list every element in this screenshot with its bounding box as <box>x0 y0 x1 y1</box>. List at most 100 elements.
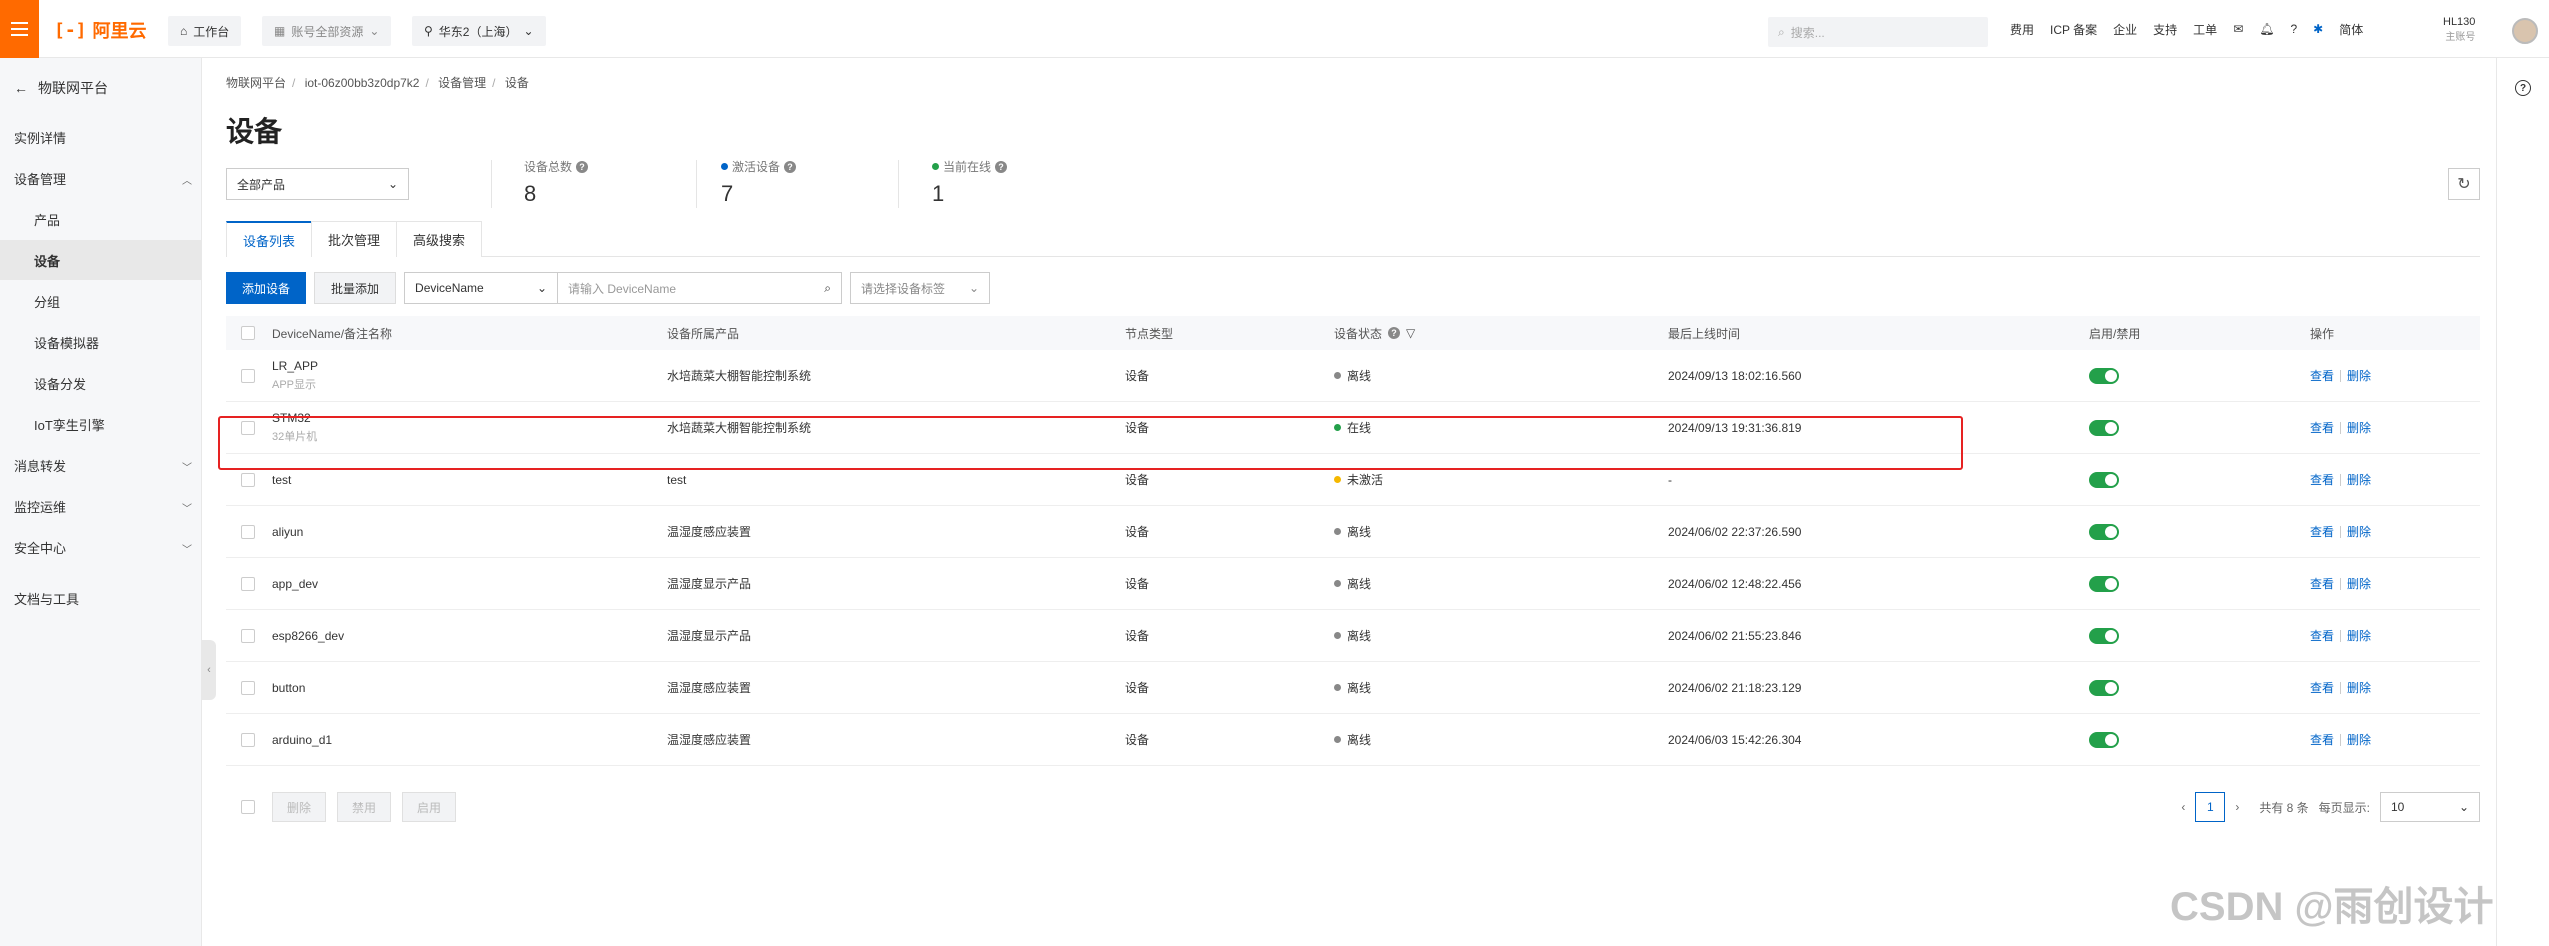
view-link[interactable]: 查看 <box>2310 523 2334 540</box>
sidebar-item-group[interactable]: 分组 <box>0 281 202 321</box>
delete-link[interactable]: 删除 <box>2347 367 2371 384</box>
enable-toggle[interactable] <box>2089 575 2119 592</box>
device-name[interactable]: test <box>272 473 291 487</box>
aliyun-logo[interactable]: [-] 阿里云 <box>54 17 147 43</box>
bulk-enable-button[interactable]: 启用 <box>402 792 457 822</box>
filter-icon[interactable]: ▽ <box>1406 326 1415 340</box>
message-icon[interactable]: ✉ <box>2233 22 2243 36</box>
region-dropdown[interactable]: ⚲ 华东2（上海） ⌄ <box>412 16 546 46</box>
row-checkbox[interactable] <box>241 733 255 747</box>
link-enterprise[interactable]: 企业 <box>2113 21 2137 38</box>
view-link[interactable]: 查看 <box>2310 679 2334 696</box>
sidebar-item-device[interactable]: 设备 <box>0 240 202 280</box>
tab-device-list[interactable]: 设备列表 <box>226 221 313 257</box>
row-checkbox[interactable] <box>241 525 255 539</box>
row-checkbox[interactable] <box>241 473 255 487</box>
link-icp[interactable]: ICP 备案 <box>2050 21 2097 38</box>
sidebar-collapse-handle[interactable]: ‹ <box>202 640 216 700</box>
view-link[interactable]: 查看 <box>2310 627 2334 644</box>
sidebar-item-twin-engine[interactable]: IoT孪生引擎 <box>0 404 202 444</box>
link-support[interactable]: 支持 <box>2153 21 2177 38</box>
avatar[interactable] <box>2512 18 2538 44</box>
device-name[interactable]: STM32 <box>272 411 317 425</box>
delete-link[interactable]: 删除 <box>2347 731 2371 748</box>
enable-toggle[interactable] <box>2089 471 2119 488</box>
enable-toggle[interactable] <box>2089 367 2119 384</box>
row-checkbox[interactable] <box>241 629 255 643</box>
device-name[interactable]: aliyun <box>272 525 303 539</box>
view-link[interactable]: 查看 <box>2310 419 2334 436</box>
language-switch[interactable]: 简体 <box>2339 21 2363 38</box>
device-name[interactable]: arduino_d1 <box>272 733 332 747</box>
sidebar-item-docs[interactable]: 文档与工具 <box>0 578 202 618</box>
workbench-button[interactable]: ⌂ 工作台 <box>168 16 242 46</box>
link-ticket[interactable]: 工单 <box>2193 21 2217 38</box>
sidebar-item-monitoring[interactable]: 监控运维 ﹀ <box>0 486 202 526</box>
app-icon[interactable]: ✱ <box>2313 22 2323 36</box>
menu-icon[interactable] <box>0 0 39 58</box>
sidebar-item-product[interactable]: 产品 <box>0 199 202 239</box>
breadcrumb-instance[interactable]: iot-06z00bb3z0dp7k2 <box>305 76 420 90</box>
search-field-select[interactable]: DeviceName ⌄ <box>404 272 559 304</box>
search-icon[interactable]: ⌕ <box>824 281 831 296</box>
delete-link[interactable]: 删除 <box>2347 679 2371 696</box>
row-checkbox[interactable] <box>241 369 255 383</box>
view-link[interactable]: 查看 <box>2310 731 2334 748</box>
tag-select[interactable]: 请选择设备标签 ⌄ <box>850 272 991 304</box>
global-search-input[interactable]: ⌕ 搜索... <box>1768 17 1988 47</box>
sidebar-item-simulator[interactable]: 设备模拟器 <box>0 322 202 362</box>
enable-toggle[interactable] <box>2089 419 2119 436</box>
select-all-checkbox[interactable] <box>241 326 255 340</box>
resources-dropdown[interactable]: ▦ 账号全部资源 ⌄ <box>262 16 392 46</box>
device-name[interactable]: app_dev <box>272 577 318 591</box>
prev-page-icon[interactable]: ‹ <box>2181 800 2185 814</box>
question-icon[interactable]: ? <box>1388 327 1401 339</box>
bulk-delete-button[interactable]: 删除 <box>272 792 327 822</box>
sidebar-item-instance[interactable]: 实例详情 <box>0 117 202 157</box>
question-icon[interactable]: ? <box>576 160 589 173</box>
bell-icon[interactable]: 🔔︎ <box>2259 22 2274 36</box>
sidebar-item-message-forward[interactable]: 消息转发 ﹀ <box>0 445 202 485</box>
product-select[interactable]: 全部产品 ⌄ <box>226 168 409 200</box>
breadcrumb-iot[interactable]: 物联网平台 <box>226 76 286 90</box>
device-name[interactable]: esp8266_dev <box>272 629 344 643</box>
sidebar-item-security[interactable]: 安全中心 ﹀ <box>0 527 202 567</box>
page-1-button[interactable]: 1 <box>2195 792 2226 822</box>
enable-toggle[interactable] <box>2089 679 2119 696</box>
refresh-button[interactable]: ↻ <box>2448 168 2480 200</box>
view-link[interactable]: 查看 <box>2310 367 2334 384</box>
bulk-disable-button[interactable]: 禁用 <box>337 792 392 822</box>
help-icon[interactable]: ? <box>2515 80 2531 96</box>
sidebar-item-distribution[interactable]: 设备分发 <box>0 363 202 403</box>
device-name[interactable]: button <box>272 681 305 695</box>
enable-toggle[interactable] <box>2089 523 2119 540</box>
back-to-iot-platform[interactable]: ← 物联网平台 <box>14 78 108 98</box>
enable-toggle[interactable] <box>2089 731 2119 748</box>
batch-add-button[interactable]: 批量添加 <box>314 272 397 304</box>
tab-advanced-search[interactable]: 高级搜索 <box>396 221 483 257</box>
view-link[interactable]: 查看 <box>2310 471 2334 488</box>
page-size-select[interactable]: 10 ⌄ <box>2380 792 2480 822</box>
footer-select-all-checkbox[interactable] <box>241 800 255 814</box>
next-page-icon[interactable]: › <box>2235 800 2239 814</box>
delete-link[interactable]: 删除 <box>2347 471 2371 488</box>
breadcrumb-device-mgmt[interactable]: 设备管理 <box>438 76 486 90</box>
enable-toggle[interactable] <box>2089 627 2119 644</box>
device-search-input[interactable]: 请输入 DeviceName ⌕ <box>558 272 843 304</box>
sidebar-item-device-mgmt[interactable]: 设备管理 ︿ <box>0 158 202 198</box>
view-link[interactable]: 查看 <box>2310 575 2334 592</box>
user-info[interactable]: HL130 主账号 <box>2443 14 2475 46</box>
delete-link[interactable]: 删除 <box>2347 575 2371 592</box>
delete-link[interactable]: 删除 <box>2347 627 2371 644</box>
tab-batch-mgmt[interactable]: 批次管理 <box>311 221 398 257</box>
link-billing[interactable]: 费用 <box>2010 21 2034 38</box>
row-checkbox[interactable] <box>241 577 255 591</box>
row-checkbox[interactable] <box>241 421 255 435</box>
delete-link[interactable]: 删除 <box>2347 419 2371 436</box>
device-name[interactable]: LR_APP <box>272 359 318 373</box>
add-device-button[interactable]: 添加设备 <box>226 272 307 304</box>
help-icon[interactable]: ? <box>2290 22 2297 36</box>
delete-link[interactable]: 删除 <box>2347 523 2371 540</box>
question-icon[interactable]: ? <box>784 160 797 173</box>
question-icon[interactable]: ? <box>995 160 1008 173</box>
